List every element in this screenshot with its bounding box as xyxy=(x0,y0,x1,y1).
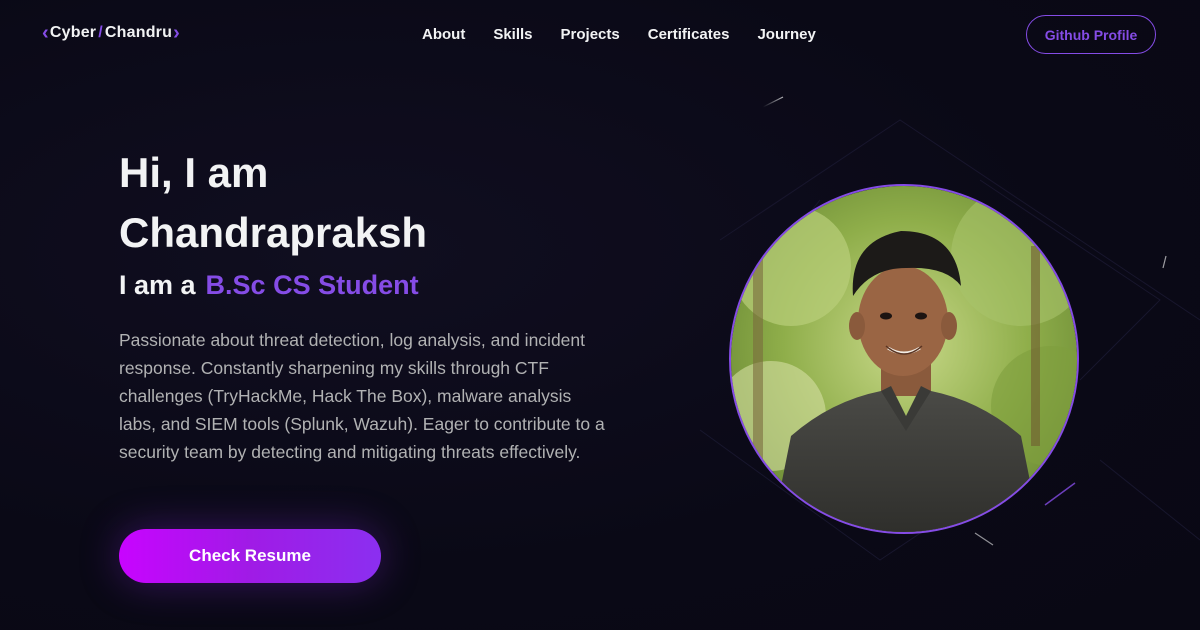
nav-link-certificates[interactable]: Certificates xyxy=(648,26,730,43)
hero-greeting: Hi, I am xyxy=(119,149,269,196)
profile-photo xyxy=(729,184,1079,534)
nav-menu: About Skills Projects Certificates Journ… xyxy=(422,26,816,43)
hero-name: Chandrapraksh xyxy=(119,209,428,256)
nav-link-skills[interactable]: Skills xyxy=(493,26,532,43)
role-prefix: I am a xyxy=(119,270,196,300)
check-resume-button[interactable]: Check Resume xyxy=(119,529,381,583)
site-logo[interactable]: ‹ Cyber / Chandru › xyxy=(42,22,180,44)
shooting-star xyxy=(762,96,784,108)
hero-subtitle: I am a B.Sc CS Student xyxy=(119,270,419,301)
nav-link-journey[interactable]: Journey xyxy=(757,26,815,43)
shooting-star xyxy=(1162,255,1167,269)
chevron-right-icon: › xyxy=(173,22,180,44)
nav-link-about[interactable]: About xyxy=(422,26,465,43)
chevron-left-icon: ‹ xyxy=(42,22,49,44)
logo-slash: / xyxy=(98,24,103,41)
hero-description: Passionate about threat detection, log a… xyxy=(119,330,605,462)
navbar: ‹ Cyber / Chandru › About Skills Project… xyxy=(0,0,1200,68)
shooting-star xyxy=(1044,482,1076,506)
nav-link-projects[interactable]: Projects xyxy=(561,26,620,43)
logo-text-right: Chandru xyxy=(104,24,173,41)
logo-text-left: Cyber xyxy=(49,24,97,41)
github-profile-button[interactable]: Github Profile xyxy=(1026,15,1156,54)
hero-title: Hi, I am Chandrapraksh xyxy=(119,143,427,263)
portfolio-page: ‹ Cyber / Chandru › About Skills Project… xyxy=(0,0,1200,630)
shooting-star xyxy=(974,532,994,546)
role-text: B.Sc CS Student xyxy=(205,270,419,300)
